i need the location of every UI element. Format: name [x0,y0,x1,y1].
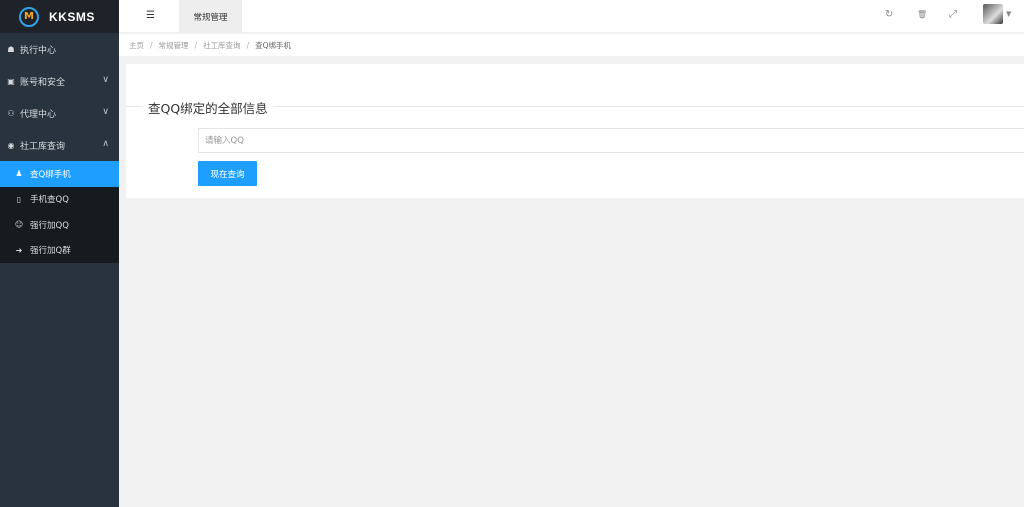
fullscreen-icon[interactable]: ⤢ [949,9,957,20]
refresh-icon[interactable]: ↻ [885,9,893,20]
logo[interactable]: M KKSMS [0,0,119,33]
query-card: 查QQ绑定的全部信息 现在查询 [126,64,1024,198]
sidebar-item-account-security[interactable]: ▣ 账号和安全 ∨ [0,65,119,97]
sidebar-item-label: 社工库查询 [20,141,66,152]
brand-name: KKSMS [49,9,95,24]
sidebar-item-label: 执行中心 [20,45,57,56]
sidebar-subitem-label: 强行加QQ [30,220,69,231]
users-icon: ⚇ [7,108,15,118]
eye-icon: ◉ [7,140,15,150]
qq-input[interactable] [198,128,1024,153]
breadcrumb-social-query[interactable]: 社工库查询 [203,40,241,51]
chevron-down-icon: ∨ [102,75,109,85]
caret-down-icon[interactable]: ▼ [1006,10,1011,18]
tab-general-management[interactable]: 常规管理 [179,0,242,33]
breadcrumb-separator: / [150,40,153,50]
sidebar-item-label: 代理中心 [20,109,57,120]
sidebar-subitem-label: 查Q绑手机 [30,169,71,180]
smile-icon: ☺ [14,220,24,230]
id-card-icon: ▣ [7,76,15,86]
trash-icon[interactable]: 🗑 [917,10,927,19]
breadcrumb-separator: / [246,40,250,50]
chevron-down-icon: ∨ [102,107,109,117]
menu-toggle-icon[interactable]: ☰ [146,10,155,21]
logo-icon: M [19,6,39,27]
top-header: ☰ 常规管理 ↻ 🗑 ⤢ ▼ [119,0,1024,33]
sidebar-subitem-force-add-group[interactable]: ➜ 强行加Q群 [0,238,119,264]
sidebar-subitem-force-add-qq[interactable]: ☺ 强行加QQ [0,212,119,238]
sidebar-subitem-qq-bind-phone[interactable]: ♟ 查Q绑手机 [0,161,119,187]
sidebar-subitem-phone-to-qq[interactable]: ▯ 手机查QQ [0,187,119,213]
sidebar-item-social-query[interactable]: ◉ 社工库查询 ∧ [0,129,119,161]
sidebar: M KKSMS ☗ 执行中心 ▣ 账号和安全 ∨ ⚇ 代理中心 ∨ ◉ 社工库查… [0,0,119,507]
sidebar-subitem-label: 手机查QQ [30,195,69,206]
sidebar-subitem-label: 强行加Q群 [30,246,71,257]
breadcrumb-home[interactable]: 主页 [129,40,144,51]
user-icon: ♟ [15,169,23,179]
chevron-up-icon: ∧ [102,139,109,149]
page-title: 查QQ绑定的全部信息 [142,98,274,117]
mobile-icon: ▯ [16,194,22,204]
query-button[interactable]: 现在查询 [198,161,257,186]
breadcrumb-general[interactable]: 常规管理 [159,40,189,51]
sidebar-item-agent-center[interactable]: ⚇ 代理中心 ∨ [0,97,119,129]
sidebar-item-label: 账号和安全 [20,77,66,88]
sidebar-item-exec-center[interactable]: ☗ 执行中心 [0,33,119,65]
home-icon: ☗ [7,44,15,54]
breadcrumb-separator: / [194,40,198,50]
avatar[interactable] [983,4,1003,24]
breadcrumb: 主页 / 常规管理 / 社工库查询 / 查Q绑手机 [119,34,1024,56]
sign-in-icon: ➜ [15,245,23,255]
breadcrumb-current: 查Q绑手机 [255,40,291,50]
sidebar-submenu: ♟ 查Q绑手机 ▯ 手机查QQ ☺ 强行加QQ ➜ 强行加Q群 [0,161,119,263]
